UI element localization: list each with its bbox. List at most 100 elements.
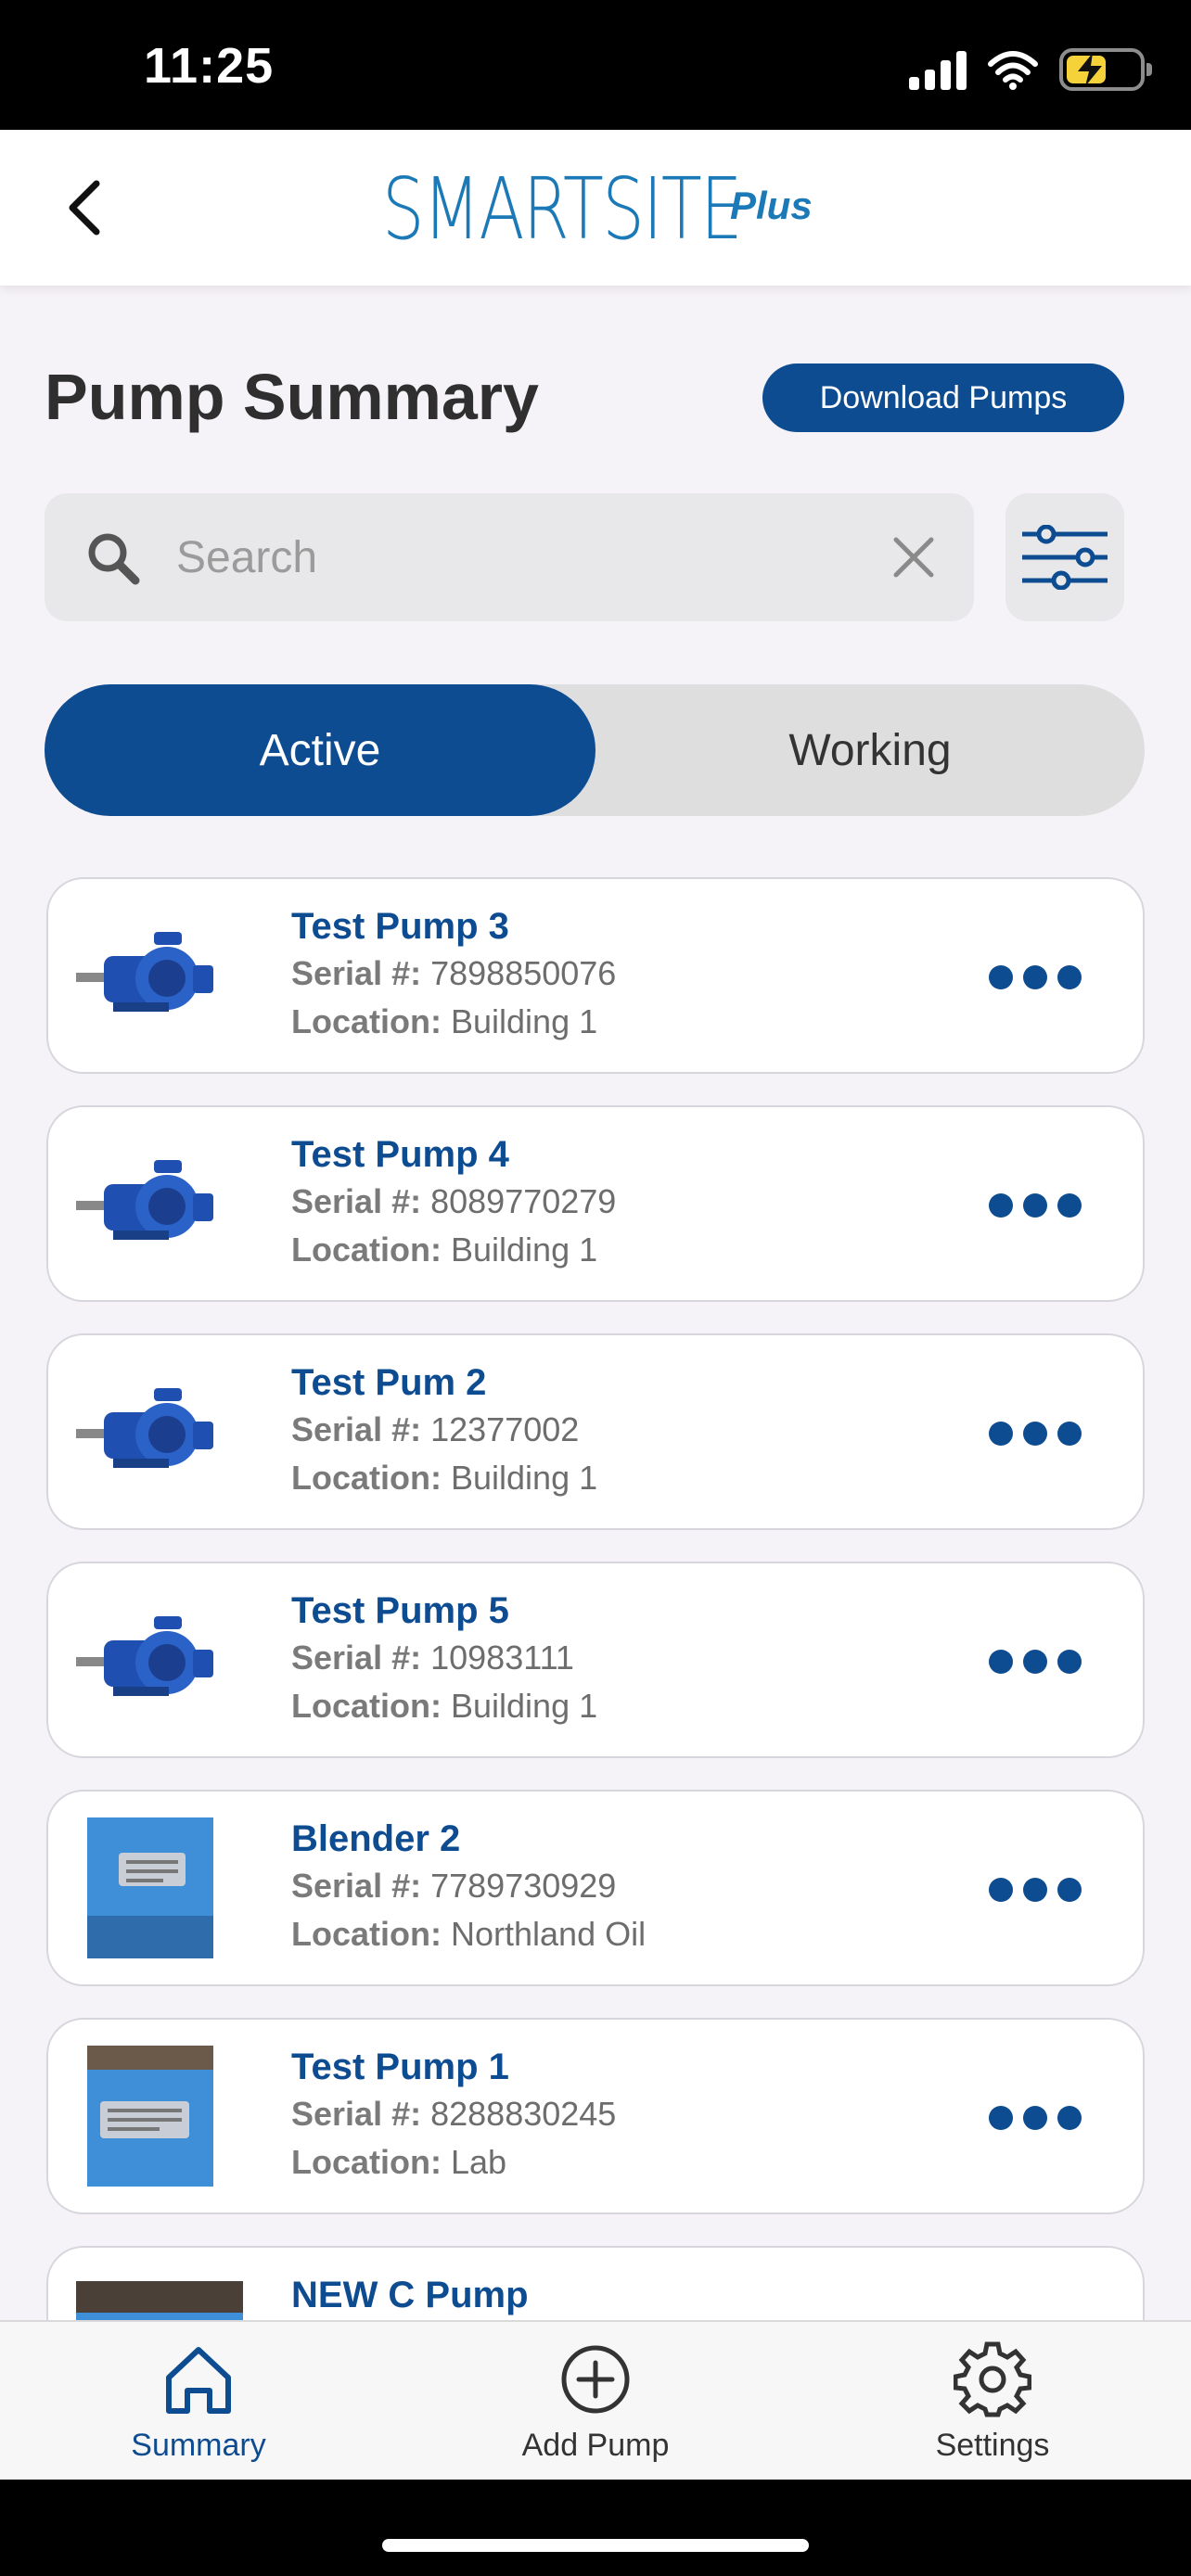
pump-name: NEW C Pump [291, 2275, 529, 2315]
search-icon [88, 533, 140, 585]
logo-plus: Plus [730, 184, 813, 227]
serial-label: Serial #: [291, 1867, 422, 1905]
pump-info: Blender 2 Serial #: 7789730929 Location:… [291, 1816, 978, 1958]
download-pumps-button[interactable]: Download Pumps [762, 363, 1124, 432]
more-options-icon[interactable] [989, 961, 1082, 994]
clear-icon[interactable] [890, 534, 937, 580]
pump-card[interactable]: Test Pump 4 Serial #: 8089770279 Locatio… [46, 1105, 1145, 1302]
location-value: Lab [451, 2143, 507, 2181]
pump-card[interactable]: Test Pump 1 Serial #: 8288830245 Locatio… [46, 2018, 1145, 2214]
pump-serial: Serial #: 8089770279 [291, 1178, 978, 1226]
pump-info: Test Pump 1 Serial #: 8288830245 Locatio… [291, 2044, 978, 2187]
more-options-icon[interactable] [989, 1873, 1082, 1906]
location-label: Location: [291, 1231, 442, 1269]
chevron-left-icon [69, 180, 100, 236]
location-label: Location: [291, 1002, 442, 1040]
page-title: Pump Summary [45, 361, 539, 433]
pump-name: Test Pump 1 [291, 2047, 509, 2087]
nav-label: Summary [131, 2428, 266, 2463]
serial-label: Serial #: [291, 1639, 422, 1677]
pump-name: Test Pump 5 [291, 1590, 509, 1631]
status-time: 11:25 [144, 38, 275, 94]
search-input[interactable] [176, 521, 900, 593]
app-screen: 11:25 SMARTSITE Plus Pump Summary Downlo… [0, 0, 1191, 2576]
pump-location: Location: Lab [291, 2138, 978, 2187]
location-value: Building 1 [451, 1687, 598, 1725]
more-options-icon[interactable] [989, 1189, 1082, 1222]
pump-location: Location: Building 1 [291, 1454, 978, 1502]
nav-summary[interactable]: Summary [78, 2335, 319, 2474]
pump-serial: Serial #: 8288830245 [291, 2090, 978, 2138]
pump-name: Test Pum 2 [291, 1362, 487, 1403]
pump-card[interactable]: Test Pum 2 Serial #: 12377002 Location: … [46, 1333, 1145, 1530]
serial-label: Serial #: [291, 954, 422, 992]
blue-pump-icon [76, 1133, 224, 1274]
nav-settings[interactable]: Settings [872, 2335, 1113, 2474]
nameplate-photo [76, 1817, 224, 1958]
pump-serial: Serial #: 7789730929 [291, 1862, 978, 1910]
more-options-icon[interactable] [989, 2101, 1082, 2135]
pump-info: Test Pump 5 Serial #: 10983111 Location:… [291, 1588, 978, 1730]
pump-name: Blender 2 [291, 1818, 461, 1859]
more-options-icon[interactable] [989, 1417, 1082, 1450]
pump-info: Test Pump 4 Serial #: 8089770279 Locatio… [291, 1131, 978, 1274]
bottom-nav: Summary Add Pump Settings [0, 2320, 1191, 2480]
smartsite-logo: SMARTSITE Plus [382, 158, 818, 260]
back-button[interactable] [46, 171, 121, 245]
serial-label: Serial #: [291, 2095, 422, 2133]
serial-label: Serial #: [291, 1410, 422, 1448]
serial-value: 8089770279 [430, 1182, 617, 1220]
pump-info: NEW C Pump [291, 2272, 978, 2318]
pump-location: Location: Building 1 [291, 1226, 978, 1274]
nav-add-pump[interactable]: Add Pump [475, 2335, 716, 2474]
home-icon [166, 2347, 231, 2414]
blue-pump-icon [76, 905, 224, 1046]
pump-serial: Serial #: 12377002 [291, 1406, 978, 1454]
sliders-icon [1022, 525, 1108, 590]
serial-value: 10983111 [430, 1639, 574, 1677]
pump-card[interactable]: NEW C Pump [46, 2246, 1145, 2320]
blue-pump-icon [76, 1361, 224, 1502]
location-label: Location: [291, 1687, 442, 1725]
serial-value: 12377002 [430, 1410, 580, 1448]
tab-active[interactable]: Active [45, 684, 596, 816]
cellular-signal-icon [909, 49, 967, 90]
nav-label: Add Pump [521, 2428, 670, 2463]
location-label: Location: [291, 1459, 442, 1497]
pump-photo [76, 2281, 243, 2320]
filter-button[interactable] [1005, 493, 1124, 621]
location-label: Location: [291, 2143, 442, 2181]
pump-card[interactable]: Test Pump 5 Serial #: 10983111 Location:… [46, 1562, 1145, 1758]
pump-card[interactable]: Blender 2 Serial #: 7789730929 Location:… [46, 1790, 1145, 1986]
pump-info: Test Pump 3 Serial #: 7898850076 Locatio… [291, 903, 978, 1046]
battery-icon [1059, 48, 1152, 91]
wifi-icon [988, 51, 1038, 90]
nameplate-photo [76, 2046, 224, 2187]
pump-location: Location: Building 1 [291, 998, 978, 1046]
status-segment: Working Active [45, 684, 1145, 816]
pump-location: Location: Northland Oil [291, 1910, 978, 1958]
logo-text: SMARTSITE [382, 159, 742, 259]
pump-serial: Serial #: 10983111 [291, 1634, 978, 1682]
gear-icon [954, 2341, 1031, 2417]
home-indicator[interactable] [382, 2539, 809, 2552]
pump-list: Test Pump 3 Serial #: 7898850076 Locatio… [45, 877, 1146, 2320]
status-icons [909, 46, 1152, 93]
location-value: Northland Oil [451, 1915, 647, 1953]
pump-card[interactable]: Test Pump 3 Serial #: 7898850076 Locatio… [46, 877, 1145, 1074]
location-value: Building 1 [451, 1231, 598, 1269]
tab-working[interactable]: Working [596, 684, 1145, 816]
more-options-icon[interactable] [989, 1645, 1082, 1678]
nav-label: Settings [935, 2428, 1050, 2463]
pump-name: Test Pump 3 [291, 906, 509, 947]
blue-pump-icon [76, 1589, 224, 1730]
pump-info: Test Pum 2 Serial #: 12377002 Location: … [291, 1359, 978, 1502]
serial-label: Serial #: [291, 1182, 422, 1220]
search-box [45, 493, 974, 621]
serial-value: 7898850076 [430, 954, 617, 992]
app-header: SMARTSITE Plus [0, 130, 1191, 286]
plus-circle-icon [561, 2345, 630, 2414]
home-indicator-area [0, 2480, 1191, 2576]
pump-name: Test Pump 4 [291, 1134, 509, 1175]
location-value: Building 1 [451, 1002, 598, 1040]
